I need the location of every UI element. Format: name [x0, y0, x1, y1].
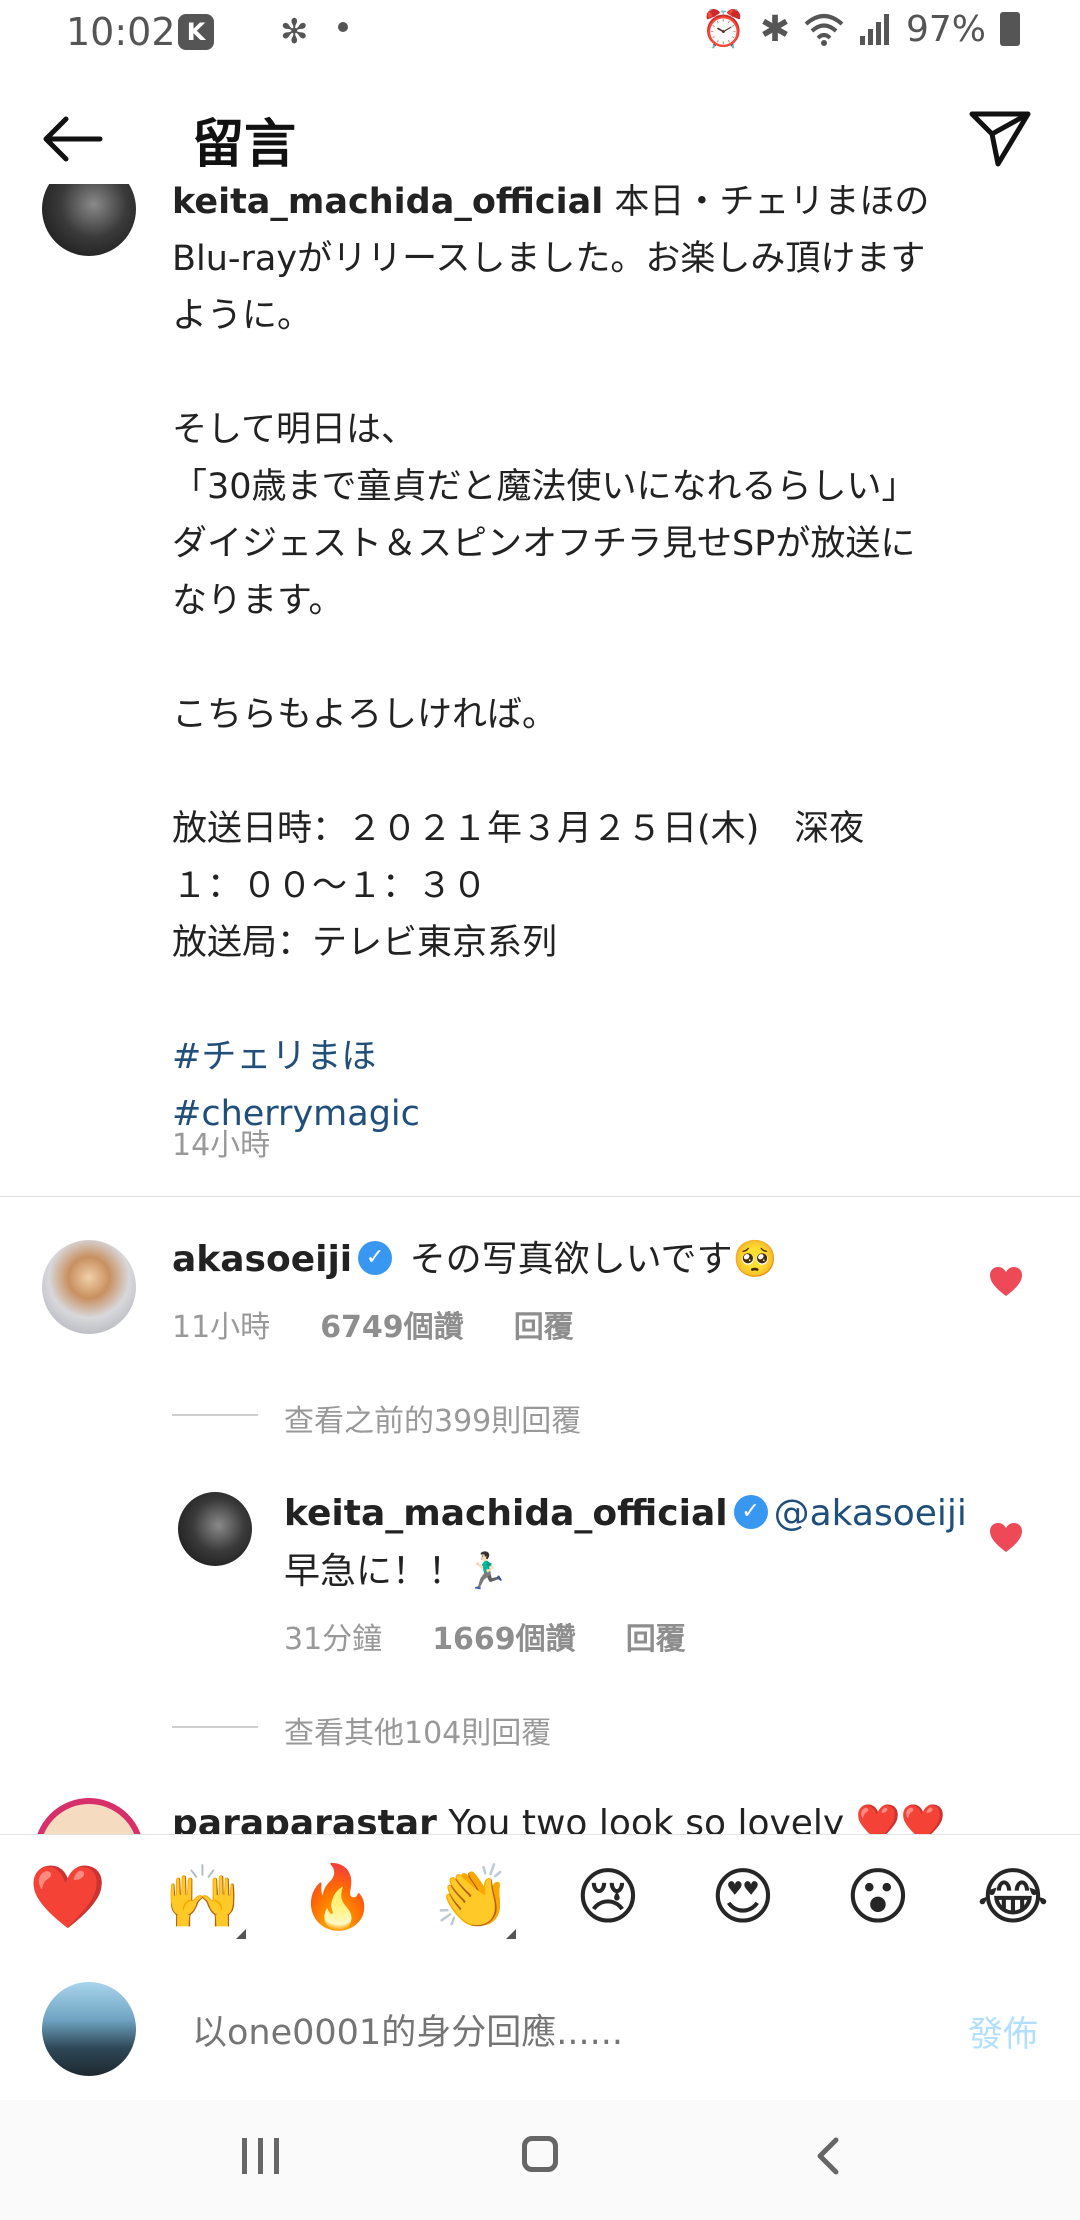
battery-text: 97% [905, 8, 986, 50]
emoji-button[interactable]: 👏 [433, 1857, 513, 1937]
verified-badge-icon: ✓ [358, 1241, 393, 1275]
comment-time: 11小時 [172, 1310, 271, 1345]
comment-username[interactable]: akasoeiji [172, 1239, 352, 1280]
emoji-button[interactable]: ❤️ [28, 1857, 108, 1937]
avatar[interactable] [178, 1492, 252, 1566]
k-app-icon: K [178, 14, 214, 50]
emoji-button[interactable]: 😂 [973, 1857, 1053, 1937]
reply-input[interactable] [190, 2002, 924, 2064]
divider [0, 1196, 1080, 1197]
corner-indicator-icon [236, 1929, 246, 1939]
post-caption: keita_machida_official 本日・チェリまほの Blu-ray… [0, 184, 1080, 1196]
reply-time: 31分鐘 [284, 1622, 383, 1657]
reply-bar: 發佈 [0, 1960, 1080, 2100]
reply-body: 早急に！！🏃🏻‍♂️ [284, 1551, 509, 1592]
heart-icon[interactable] [988, 1522, 1024, 1554]
mention-link[interactable]: @akasoeiji [774, 1493, 967, 1534]
view-previous-replies[interactable]: 查看之前的399則回覆 [284, 1396, 581, 1440]
back-nav-icon[interactable] [808, 2136, 848, 2176]
page-title: 留言 [192, 115, 297, 175]
notification-dot-icon [338, 22, 348, 32]
home-icon[interactable] [522, 2136, 558, 2172]
avatar[interactable] [42, 184, 136, 256]
alarm-icon: ⏰ [700, 9, 746, 50]
caption-time: 14小時 [172, 1128, 271, 1163]
hashtag-link[interactable]: #チェリまほ [172, 1037, 376, 1077]
caption-username[interactable]: keita_machida_official [172, 184, 603, 222]
view-more-replies[interactable]: 查看其他104則回覆 [284, 1708, 551, 1752]
comment-body: その写真欲しいです🥺 [409, 1239, 778, 1280]
status-right: ⏰ ✱ 97% [701, 8, 1020, 50]
reply-meta: 31分鐘 1669個讚 回覆 [284, 1614, 736, 1658]
back-arrow-icon[interactable] [40, 114, 104, 164]
emoji-button[interactable]: 😢 [568, 1857, 648, 1937]
divider-line [172, 1414, 258, 1416]
header: 留言 [0, 96, 1080, 184]
bluetooth-icon: ✱ [759, 8, 790, 50]
fan-icon: ✻ [280, 12, 309, 52]
comment-meta: 11小時 6749個讚 回覆 [172, 1302, 624, 1346]
send-icon[interactable] [968, 108, 1032, 168]
like-count[interactable]: 1669個讚 [432, 1622, 576, 1657]
verified-badge-icon: ✓ [733, 1495, 768, 1529]
corner-indicator-icon [506, 1929, 516, 1939]
signal-icon [859, 14, 889, 45]
recent-apps-icon[interactable] [242, 2138, 290, 2178]
status-bar: 10:02 K ✻ ⏰ ✱ 97% [0, 0, 1080, 64]
navigation-bar [0, 2100, 1080, 2220]
emoji-button[interactable]: 😍 [703, 1857, 783, 1937]
emoji-bar: ❤️ 🙌 🔥 👏 😢 😍 😮 😂 [0, 1834, 1080, 1962]
reply-button[interactable]: 回覆 [514, 1310, 574, 1345]
heart-icon[interactable] [988, 1266, 1024, 1298]
avatar[interactable] [42, 1240, 136, 1334]
emoji-button[interactable]: 🔥 [298, 1857, 378, 1937]
comment-text: akasoeiji ✓ その写真欲しいです🥺 [172, 1232, 777, 1288]
emoji-button[interactable]: 🙌 [163, 1857, 243, 1937]
emoji-button[interactable]: 😮 [838, 1857, 918, 1937]
avatar [42, 1982, 136, 2076]
divider-line [172, 1726, 258, 1728]
post-button[interactable]: 發佈 [968, 2006, 1038, 2057]
like-count[interactable]: 6749個讚 [320, 1310, 464, 1345]
reply-button[interactable]: 回覆 [626, 1622, 686, 1657]
caption-body: 本日・チェリまほの Blu-rayがリリースしました。お楽しみ頂けます ように。… [172, 184, 930, 963]
reply-text: keita_machida_official ✓ @akasoeiji [284, 1486, 967, 1542]
wifi-icon [804, 14, 844, 46]
reply-username[interactable]: keita_machida_official [284, 1493, 728, 1534]
status-time: 10:02 [66, 10, 176, 54]
battery-icon [1000, 12, 1020, 46]
caption-text: keita_machida_official 本日・チェリまほの Blu-ray… [172, 184, 1002, 1143]
